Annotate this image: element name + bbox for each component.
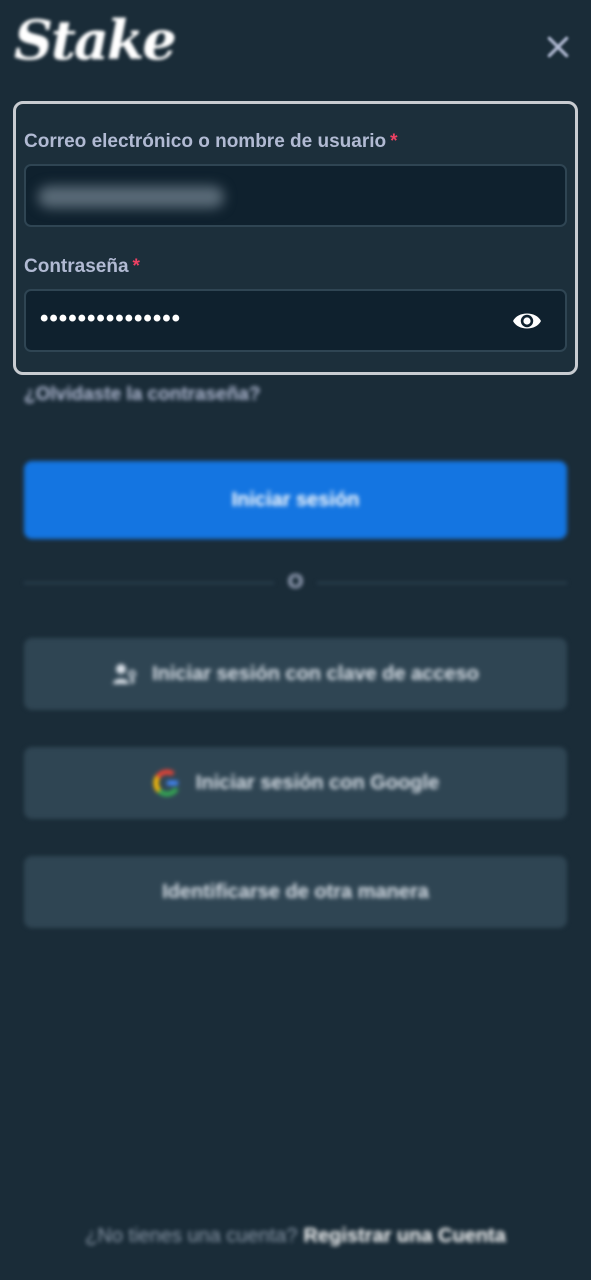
login-page: Stake Correo electrónico o nombre de usu… <box>0 0 591 1280</box>
password-value: ••••••••••••••• <box>40 305 182 332</box>
password-input[interactable]: ••••••••••••••• <box>24 289 567 352</box>
eye-icon <box>513 313 541 329</box>
forgot-password-link[interactable]: ¿Olvidaste la contraseña? <box>24 384 261 406</box>
passkey-login-button[interactable]: Iniciar sesión con clave de acceso <box>24 638 567 710</box>
login-button[interactable]: Iniciar sesión <box>24 461 567 539</box>
google-icon <box>152 768 182 798</box>
passkey-icon <box>112 662 138 686</box>
username-label-text: Correo electrónico o nombre de usuario <box>24 131 387 152</box>
other-login-button[interactable]: Identificarse de otra manera <box>24 856 567 928</box>
password-label-text: Contraseña <box>24 256 129 277</box>
username-label: Correo electrónico o nombre de usuario * <box>24 131 398 153</box>
register-footer: ¿No tienes una cuenta? Registrar una Cuen… <box>0 1225 591 1248</box>
password-label: Contraseña * <box>24 256 140 278</box>
close-icon <box>547 36 569 58</box>
divider-line <box>317 582 567 584</box>
username-input[interactable] <box>24 164 567 227</box>
required-mark: * <box>132 256 140 277</box>
show-password-button[interactable] <box>511 308 543 334</box>
close-button[interactable] <box>541 30 575 64</box>
google-login-button[interactable]: Iniciar sesión con Google <box>24 747 567 819</box>
username-value-redacted <box>38 186 224 208</box>
no-account-text: ¿No tienes una cuenta? <box>85 1225 298 1247</box>
stake-logo: Stake <box>14 8 177 72</box>
passkey-login-label: Iniciar sesión con clave de acceso <box>152 662 479 685</box>
google-login-label: Iniciar sesión con Google <box>195 771 440 794</box>
register-link[interactable]: Registrar una Cuenta <box>304 1225 506 1247</box>
or-divider: O <box>24 571 567 595</box>
required-mark: * <box>390 131 398 152</box>
